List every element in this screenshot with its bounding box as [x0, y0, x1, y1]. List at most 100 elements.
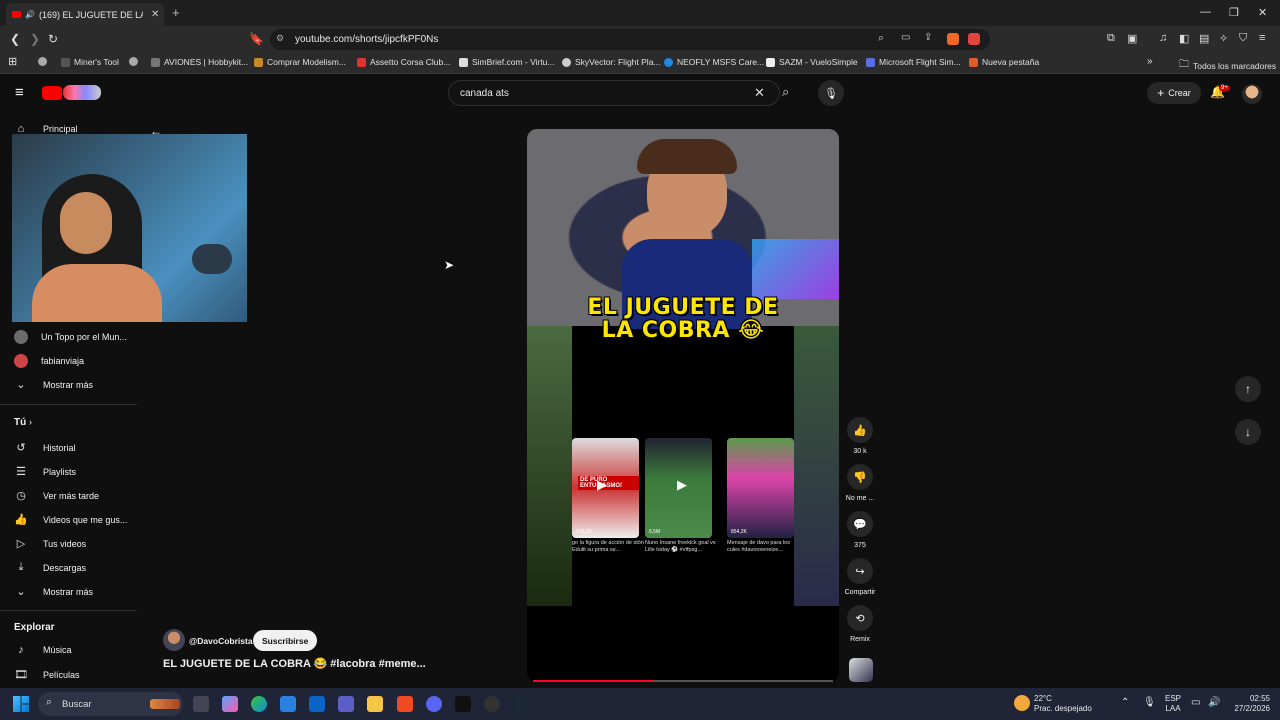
brave-icon[interactable] — [397, 696, 413, 712]
sidebar-item-liked[interactable]: 👍 Videos que me gus... — [14, 513, 127, 526]
bookmark-item[interactable]: SimBrief.com - Virtu... — [459, 57, 555, 67]
steam-icon[interactable] — [513, 696, 529, 712]
previous-short-button[interactable]: ↑ — [1235, 376, 1261, 402]
sidebar-toggle-icon[interactable]: ◧ — [1179, 32, 1189, 45]
sidebar-item-your-videos[interactable]: ▷ Tus videos — [14, 537, 86, 550]
brave-shield-icon[interactable] — [947, 33, 959, 45]
play-icon[interactable]: ▶ — [677, 477, 687, 493]
more-bookmarks-icon[interactable]: » — [1147, 56, 1153, 67]
channel-item[interactable]: Un Topo por el Mun... — [14, 330, 127, 344]
clock[interactable]: 02:55 27/2/2026 — [1230, 694, 1270, 714]
search-button-icon[interactable]: ⌕ — [782, 80, 804, 106]
weather-widget[interactable]: 22°C Prac. despejado — [1034, 694, 1092, 714]
zoom-icon[interactable]: ⌕ — [878, 32, 884, 45]
end-screen-thumbnail[interactable]: 854,2K — [727, 438, 794, 538]
browser-tab[interactable]: 🔊 (169) EL JUGUETE DE LA COBRA ✕ — [6, 3, 164, 26]
microphone-icon[interactable]: 🎙 — [1143, 698, 1156, 708]
voice-search-icon[interactable]: 🎙 — [818, 80, 844, 106]
you-section-heading[interactable]: Tú › — [14, 417, 32, 428]
channel-handle[interactable]: @DavoCobrista — [189, 636, 253, 646]
ai-icon[interactable]: ✧ — [1219, 32, 1228, 45]
apps-grid-icon[interactable]: ⊞ — [8, 55, 17, 68]
forward-icon[interactable]: ❯ — [30, 32, 40, 46]
bookmark-icon[interactable]: 🔖 — [249, 32, 264, 46]
tiktok-icon[interactable] — [455, 696, 471, 712]
close-tab-icon[interactable]: ✕ — [151, 9, 159, 20]
remix-button[interactable]: ⟲ Remix — [843, 605, 877, 643]
extensions-icon[interactable]: ⧉ — [1107, 32, 1115, 45]
outlook-icon[interactable] — [309, 696, 325, 712]
bookmark-item[interactable]: Assetto Corsa Club... — [357, 57, 450, 67]
all-bookmarks[interactable]: 🗀 Todos los marcadores — [1179, 57, 1276, 74]
network-icon[interactable]: ▭ — [1191, 698, 1200, 708]
teams-icon[interactable] — [338, 696, 354, 712]
file-explorer-icon[interactable] — [367, 696, 383, 712]
tab-search-icon[interactable]: ▤ — [1199, 32, 1209, 45]
windows-start-icon[interactable] — [13, 696, 29, 712]
copilot-icon[interactable] — [222, 696, 238, 712]
app-icon[interactable] — [484, 696, 500, 712]
sidebar-item-history[interactable]: ↺ Historial — [14, 441, 75, 454]
bookmark-item[interactable]: SAZM - VueloSimple — [766, 57, 858, 67]
edge-icon[interactable] — [251, 696, 267, 712]
brave-rewards-icon[interactable] — [968, 33, 980, 45]
sidebar-item-music[interactable]: ♪ Música — [14, 644, 71, 656]
taskbar-search[interactable]: ⌕ Buscar — [38, 692, 183, 716]
search-input[interactable]: canada ats — [448, 80, 780, 106]
video-title[interactable]: EL JUGUETE DE LA COBRA 😂 #lacobra #meme.… — [163, 657, 426, 670]
site-info-icon[interactable]: ⚙ — [276, 33, 284, 44]
minimize-icon[interactable]: — — [1200, 6, 1211, 18]
audio-thumbnail[interactable] — [849, 658, 873, 682]
volume-icon[interactable]: 🔊 — [1208, 698, 1220, 708]
next-short-button[interactable]: ↓ — [1235, 419, 1261, 445]
channel-avatar[interactable] — [163, 629, 185, 651]
show-more-button[interactable]: ⌄ Mostrar más — [14, 585, 93, 598]
bookmark-item[interactable]: Miner's Tool — [61, 57, 119, 67]
task-view-icon[interactable] — [193, 696, 209, 712]
reload-icon[interactable]: ↻ — [48, 32, 58, 46]
play-icon[interactable]: ▶ — [597, 477, 607, 493]
sidebar-item-downloads[interactable]: ⤓ Descargas — [14, 561, 86, 574]
bookmark-item[interactable]: Nueva pestaña — [969, 57, 1039, 67]
share-icon[interactable]: ⇪ — [924, 32, 932, 43]
create-button[interactable]: + Crear — [1147, 82, 1201, 104]
vpn-icon[interactable]: ⛉ — [1239, 32, 1247, 45]
show-more-button[interactable]: ⌄ Mostrar más — [14, 378, 93, 391]
comments-button[interactable]: 💬 375 — [843, 511, 877, 549]
maximize-icon[interactable]: ❐ — [1229, 6, 1239, 19]
sidebar-item-playlists[interactable]: ☰ Playlists — [14, 465, 76, 478]
address-bar[interactable]: ⚙ youtube.com/shorts/jipcfkPF0Ns ⌕ ▭ ⇪ — [270, 29, 990, 50]
discord-icon[interactable] — [426, 696, 442, 712]
shorts-video-player[interactable]: EL JUGUETE DE LA COBRA 😂 DE PURO ENTUSIA… — [527, 129, 839, 682]
close-window-icon[interactable]: ✕ — [1258, 6, 1267, 19]
sidebar-item-watch-later[interactable]: ◷ Ver más tarde — [14, 489, 99, 502]
like-button[interactable]: 👍 30 k — [843, 417, 877, 455]
bookmark-item[interactable]: AVIONES | Hobbykit... — [151, 57, 248, 67]
bookmark-item[interactable]: NEOFLY MSFS Care... — [664, 57, 764, 67]
language-indicator[interactable]: ESP LAA — [1165, 694, 1181, 714]
bookmark-item[interactable]: Microsoft Flight Sim... — [866, 57, 961, 67]
media-icon[interactable]: ♫ — [1159, 32, 1167, 44]
new-tab-button[interactable]: + — [172, 5, 180, 20]
sidebar-item-movies[interactable]: 🎞 Películas — [14, 668, 80, 681]
doodle-logo-icon[interactable] — [63, 85, 101, 100]
share-button[interactable]: ↪ Compartir — [843, 558, 877, 596]
bookmark-item[interactable]: SkyVector: Flight Pla... — [562, 57, 661, 67]
bookmark-item[interactable]: Comprar Modelism... — [254, 57, 346, 67]
menu-icon[interactable]: ≡ — [1259, 32, 1265, 44]
clear-search-icon[interactable]: ✕ — [754, 85, 765, 101]
video-progress-bar[interactable] — [533, 680, 833, 682]
channel-item[interactable]: fabianviaja — [14, 354, 84, 368]
dislike-button[interactable]: 👎 No me ... — [843, 464, 877, 502]
bookmark-item[interactable] — [129, 57, 138, 66]
weather-icon[interactable] — [1014, 695, 1030, 711]
subscribe-button[interactable]: Suscribirse — [253, 630, 318, 651]
user-avatar[interactable] — [1242, 84, 1262, 104]
youtube-logo-icon[interactable] — [42, 86, 62, 100]
back-icon[interactable]: ❮ — [10, 32, 20, 46]
store-icon[interactable] — [280, 696, 296, 712]
hamburger-menu-icon[interactable]: ≡ — [15, 84, 24, 101]
wallet-icon[interactable]: ▣ — [1127, 32, 1137, 45]
bookmark-blank[interactable] — [38, 57, 47, 66]
cast-icon[interactable]: ▭ — [901, 32, 910, 43]
